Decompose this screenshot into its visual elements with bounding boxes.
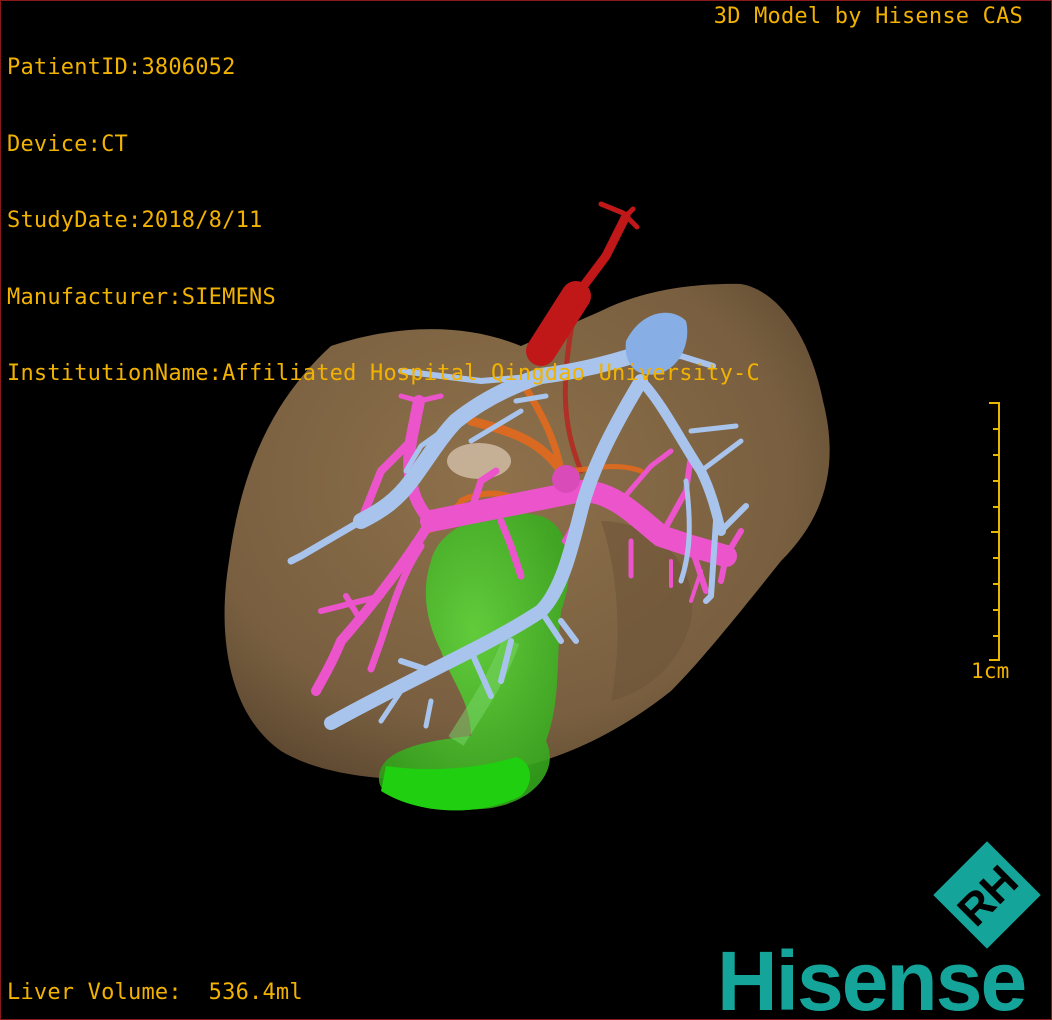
- portal-vein-bulb: [552, 465, 580, 493]
- 3d-viewport[interactable]: 1cm PatientID:3806052 Device:CT StudyDat…: [0, 0, 1052, 1020]
- institution-name-text: InstitutionName:Affiliated Hospital Qing…: [7, 361, 760, 386]
- scale-bar: [989, 402, 1000, 661]
- biliary-confluence: [447, 443, 511, 479]
- hisense-wordmark: Hisense: [717, 934, 1027, 1020]
- liver-volume-readout: Liver Volume: 536.4ml: [7, 979, 303, 1005]
- patient-id-text: PatientID:3806052: [7, 55, 236, 80]
- manufacturer-text: Manufacturer:SIEMENS: [7, 284, 276, 310]
- study-date-text: StudyDate:2018/8/11: [7, 208, 263, 233]
- scale-label: 1cm: [971, 659, 1010, 683]
- device-text: Device:CT: [7, 131, 129, 157]
- vendor-credit: 3D Model by Hisense CAS: [713, 4, 1023, 29]
- dicom-info-overlay: PatientID:3806052 Device:CT StudyDate:20…: [7, 4, 760, 438]
